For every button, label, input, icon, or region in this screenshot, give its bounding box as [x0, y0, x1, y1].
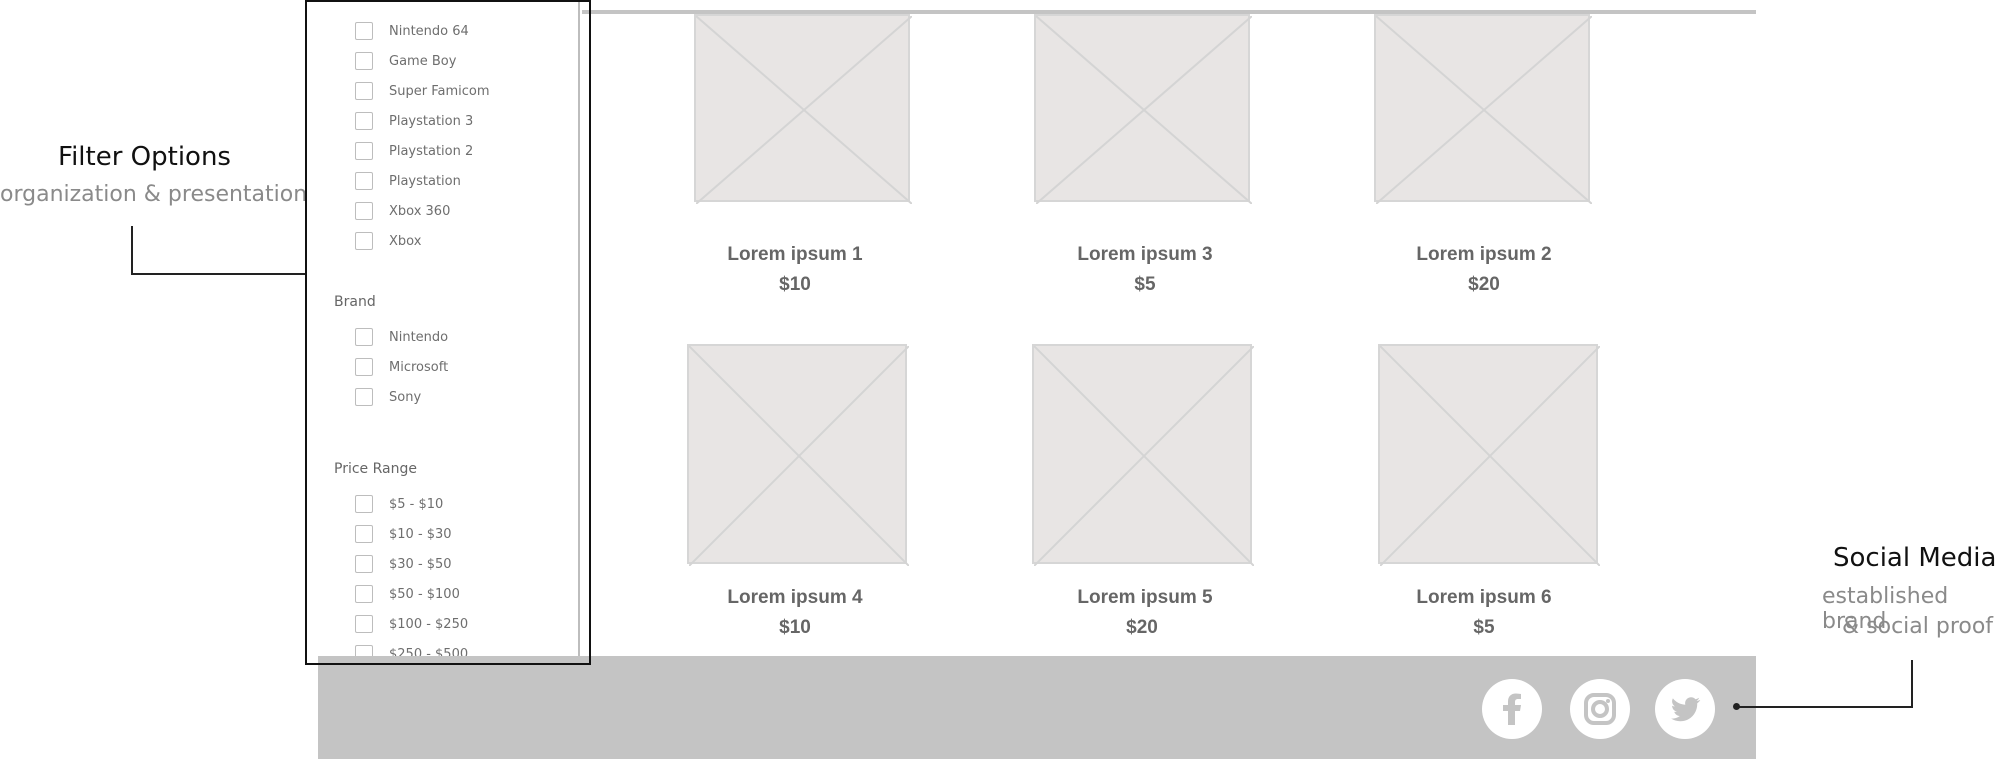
checkbox[interactable] [355, 525, 373, 543]
filter-option-label: Playstation [389, 173, 461, 189]
filter-option-label: Xbox [389, 233, 422, 249]
filter-option-label: $10 - $30 [389, 526, 452, 542]
filter-option-label: $100 - $250 [389, 616, 469, 632]
checkbox[interactable] [355, 22, 373, 40]
filter-option-label: $250 - $500 [389, 646, 469, 657]
product-price: $10 [779, 617, 811, 638]
product-price: $5 [1134, 274, 1156, 295]
filter-option-label: Xbox 360 [389, 203, 451, 219]
social-callout-vertical [1911, 660, 1913, 708]
filter-options-annotation-subtitle: organization & presentation [0, 182, 308, 207]
product-image-placeholder[interactable] [687, 344, 909, 566]
product-image-placeholder[interactable] [1034, 14, 1252, 204]
facebook-icon[interactable] [1482, 679, 1542, 739]
product-image-placeholder[interactable] [1378, 344, 1600, 566]
product-name[interactable]: Lorem ipsum 1 [665, 244, 925, 266]
filter-option-label: Sony [389, 389, 422, 405]
checkbox[interactable] [355, 388, 373, 406]
filter-options-annotation-title: Filter Options [58, 142, 231, 172]
filter-option-price[interactable]: $100 - $250 [355, 613, 468, 635]
product-image-placeholder[interactable] [1374, 14, 1592, 204]
filter-option-platform[interactable]: Nintendo 64 [355, 20, 469, 42]
checkbox[interactable] [355, 328, 373, 346]
filter-option-label: Super Famicom [389, 83, 490, 99]
product-price: $5 [1473, 617, 1495, 638]
filter-option-brand[interactable]: Nintendo [355, 326, 448, 348]
checkbox[interactable] [355, 112, 373, 130]
instagram-icon[interactable] [1570, 679, 1630, 739]
filter-option-price[interactable]: $250 - $500 [355, 643, 468, 656]
checkbox[interactable] [355, 615, 373, 633]
filter-option-label: Playstation 3 [389, 113, 474, 129]
product-image-placeholder[interactable] [694, 14, 912, 204]
product-price: $10 [779, 274, 811, 295]
checkbox[interactable] [355, 232, 373, 250]
filter-option-platform[interactable]: Playstation 2 [355, 140, 473, 162]
filter-option-platform[interactable]: Playstation [355, 170, 461, 192]
filter-option-brand[interactable]: Sony [355, 386, 421, 408]
filter-option-platform[interactable]: Super Famicom [355, 80, 490, 102]
checkbox[interactable] [355, 555, 373, 573]
filter-option-label: Playstation 2 [389, 143, 474, 159]
filter-sidebar: Nintendo 64 Game Boy Super Famicom Plays… [318, 0, 580, 656]
filter-option-platform[interactable]: Game Boy [355, 50, 456, 72]
social-callout-horizontal [1737, 706, 1913, 708]
filter-option-price[interactable]: $30 - $50 [355, 553, 452, 575]
footer-bar [318, 656, 1756, 759]
filter-option-platform[interactable]: Xbox [355, 230, 421, 252]
filter-option-price[interactable]: $5 - $10 [355, 493, 443, 515]
product-name[interactable]: Lorem ipsum 2 [1354, 244, 1614, 266]
checkbox[interactable] [355, 142, 373, 160]
filter-option-label: Microsoft [389, 359, 449, 375]
filter-option-platform[interactable]: Playstation 3 [355, 110, 473, 132]
checkbox[interactable] [355, 585, 373, 603]
price-range-section-title: Price Range [334, 461, 417, 477]
social-callout-dot [1733, 703, 1740, 710]
filter-option-label: Game Boy [389, 53, 457, 69]
filter-option-brand[interactable]: Microsoft [355, 356, 448, 378]
filter-option-platform[interactable]: Xbox 360 [355, 200, 450, 222]
filter-option-label: Nintendo 64 [389, 23, 469, 39]
checkbox[interactable] [355, 82, 373, 100]
product-name[interactable]: Lorem ipsum 6 [1354, 587, 1614, 609]
filter-option-label: Nintendo [389, 329, 449, 345]
checkbox[interactable] [355, 358, 373, 376]
social-media-annotation-subtitle: & social proof [1842, 614, 1994, 639]
checkbox[interactable] [355, 202, 373, 220]
filter-option-label: $5 - $10 [389, 496, 444, 512]
product-name[interactable]: Lorem ipsum 3 [1015, 244, 1275, 266]
checkbox[interactable] [355, 52, 373, 70]
product-price: $20 [1126, 617, 1158, 638]
product-name[interactable]: Lorem ipsum 5 [1015, 587, 1275, 609]
filter-option-label: $30 - $50 [389, 556, 452, 572]
checkbox[interactable] [355, 495, 373, 513]
product-name[interactable]: Lorem ipsum 4 [665, 587, 925, 609]
social-media-annotation-title: Social Media [1833, 543, 1997, 573]
checkbox[interactable] [355, 172, 373, 190]
filter-callout-horizontal [131, 273, 307, 275]
twitter-icon[interactable] [1655, 679, 1715, 739]
filter-option-price[interactable]: $10 - $30 [355, 523, 452, 545]
product-image-placeholder[interactable] [1032, 344, 1254, 566]
checkbox[interactable] [355, 645, 373, 656]
filter-option-label: $50 - $100 [389, 586, 460, 602]
product-price: $20 [1468, 274, 1500, 295]
filter-option-price[interactable]: $50 - $100 [355, 583, 460, 605]
filter-callout-vertical [131, 226, 133, 275]
brand-section-title: Brand [334, 294, 376, 310]
